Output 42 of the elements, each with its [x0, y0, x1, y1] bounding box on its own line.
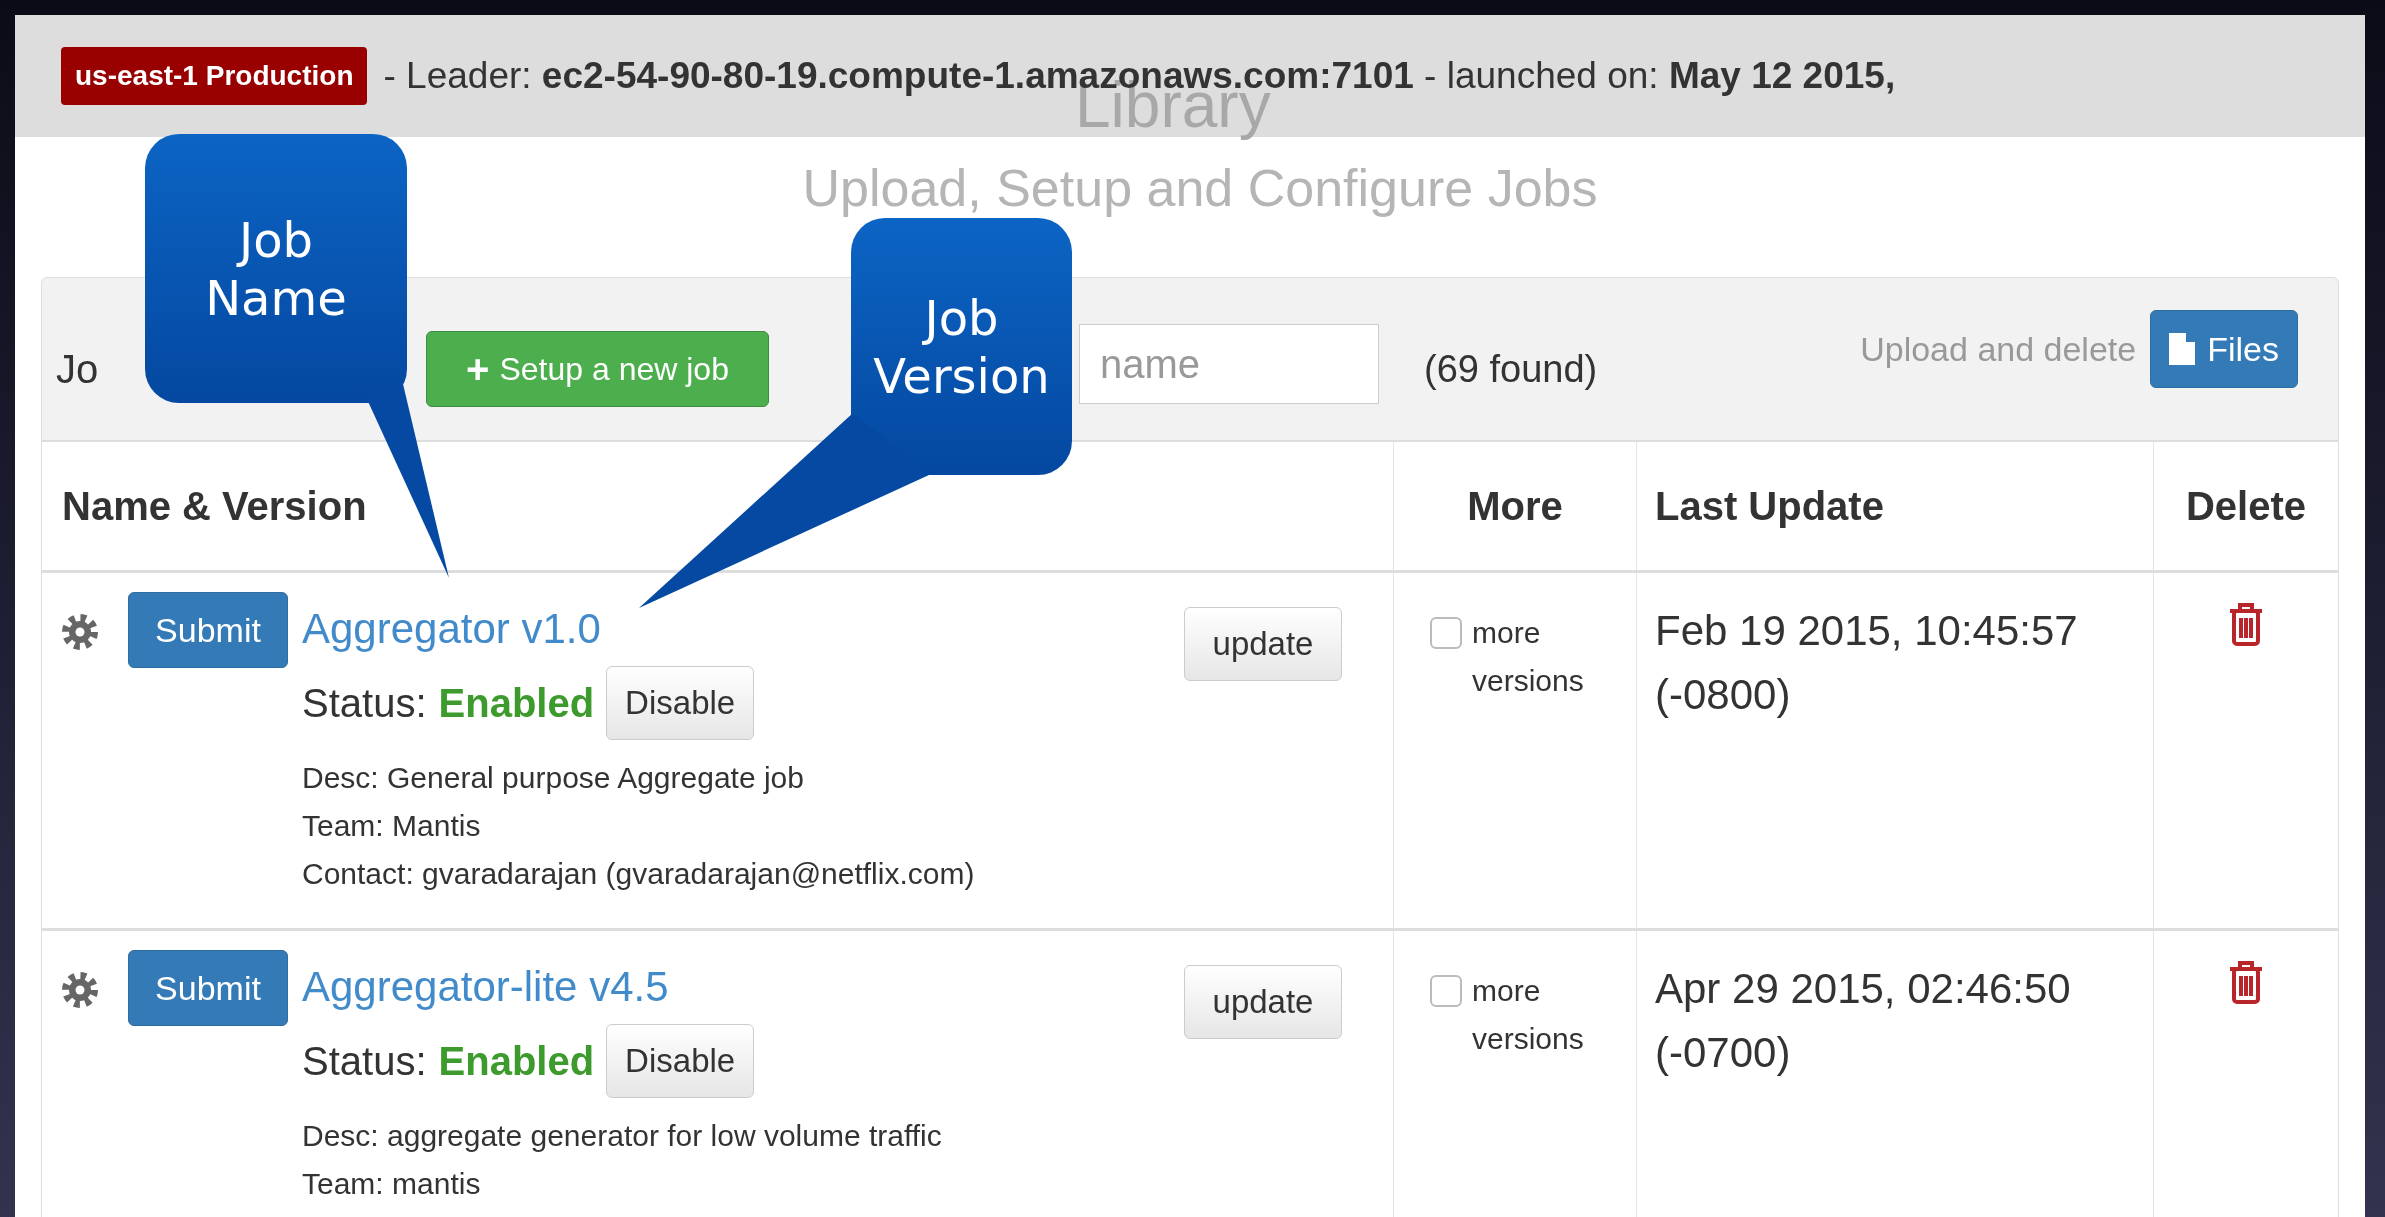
last-update: Apr 29 2015, 02:46:50 (-0700) [1655, 964, 2072, 1078]
status-label: Status: [302, 1038, 427, 1085]
job-detail: Team: mantis [302, 1166, 482, 1202]
job-name-link[interactable]: Aggregator-lite v4.5 [302, 960, 669, 1014]
submit-button[interactable]: Submit [128, 592, 288, 668]
search-field[interactable]: name [1079, 324, 1379, 404]
column-header: Last Update [1655, 483, 1884, 530]
job-detail: Contact: gvaradarajan (gvaradarajan@netflix.com) [302, 856, 976, 892]
gear-icon[interactable] [62, 614, 98, 650]
upload-label: Upload and delete [1860, 328, 2137, 370]
status-value: Enabled [438, 680, 595, 727]
environment-badge: us-east-1 Production [61, 47, 368, 105]
callout-label: Job Version [873, 288, 1050, 405]
column-header: More [1467, 483, 1563, 530]
file-icon [2169, 333, 2196, 365]
column-header: Delete [2185, 483, 2307, 530]
disable-button[interactable]: Disable [606, 666, 755, 740]
trash-icon[interactable] [2228, 961, 2264, 1005]
update-button[interactable]: update [1184, 965, 1342, 1039]
toolbar-label: Jo [56, 346, 100, 393]
job-name-link[interactable]: Aggregator v1.0 [302, 602, 601, 656]
last-update: Feb 19 2015, 10:45:57 (-0800) [1655, 606, 2079, 720]
files-button[interactable]: Files [2150, 310, 2298, 388]
gear-icon[interactable] [62, 972, 98, 1008]
more-versions-label: more versions [1472, 615, 1585, 699]
job-detail: Desc: aggregate generator for low volume traffic [302, 1118, 943, 1154]
submit-button[interactable]: Submit [128, 950, 288, 1026]
checkbox[interactable] [1430, 617, 1462, 649]
checkbox[interactable] [1430, 975, 1462, 1007]
setup-job-button[interactable]: + Setup a new job [426, 331, 769, 407]
trash-icon[interactable] [2228, 603, 2264, 647]
found-count: (69 found) [1424, 346, 1598, 392]
job-detail: Desc: General purpose Aggregate job [302, 760, 805, 796]
status-label: Status: [302, 680, 427, 727]
callout-label: Job Name [205, 210, 347, 327]
job-detail: Team: Mantis [302, 808, 482, 844]
column-header: Name & Version [62, 483, 367, 530]
more-versions-label: more versions [1472, 973, 1585, 1057]
status-value: Enabled [438, 1038, 595, 1085]
update-button[interactable]: update [1184, 607, 1342, 681]
page-title: Upload, Setup and Configure Jobs [802, 158, 1598, 219]
disable-button[interactable]: Disable [606, 1024, 755, 1098]
